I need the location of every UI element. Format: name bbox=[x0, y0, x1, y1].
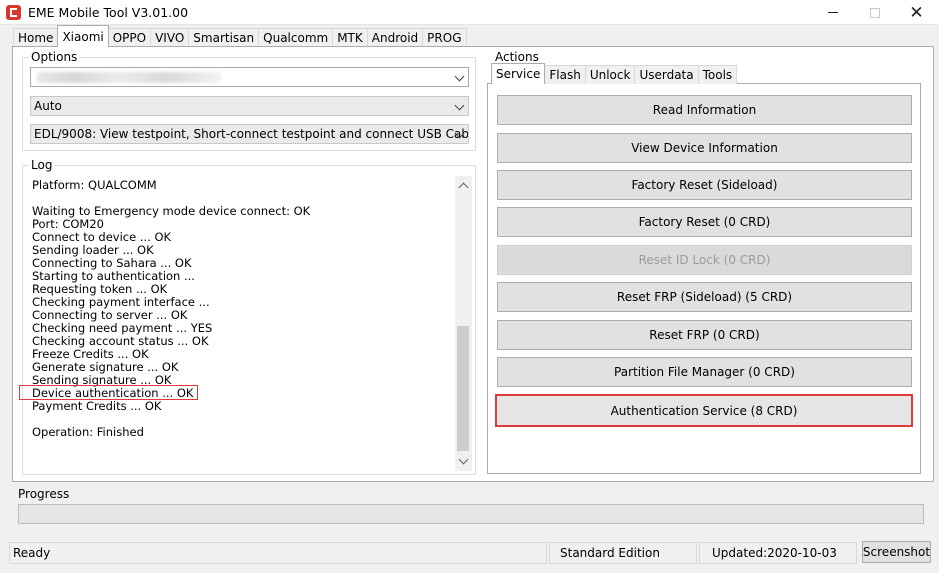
close-icon: ✕ bbox=[909, 2, 924, 23]
tab-userdata[interactable]: Userdata bbox=[634, 65, 699, 84]
mode-combo[interactable]: Auto bbox=[30, 96, 469, 116]
status-ready: Ready bbox=[9, 542, 547, 564]
read-information-button[interactable]: Read Information bbox=[497, 95, 912, 125]
tab-smartisan[interactable]: Smartisan bbox=[188, 28, 260, 47]
tab-oppo[interactable]: OPPO bbox=[107, 28, 152, 47]
mode-combo-value: Auto bbox=[34, 99, 62, 113]
authentication-service-button[interactable]: Authentication Service (8 CRD) bbox=[495, 394, 913, 427]
factory-reset-sideload-button[interactable]: Factory Reset (Sideload) bbox=[497, 170, 912, 200]
reset-frp-button[interactable]: Reset FRP (0 CRD) bbox=[497, 320, 912, 350]
factory-reset-button[interactable]: Factory Reset (0 CRD) bbox=[497, 207, 912, 237]
actions-legend: Actions bbox=[495, 50, 539, 64]
method-combo-value: EDL/9008: View testpoint, Short-connect … bbox=[34, 127, 469, 141]
log-content: Platform: QUALCOMM Waiting to Emergency … bbox=[23, 174, 455, 469]
log-highlight-box bbox=[19, 385, 198, 400]
minimize-icon bbox=[827, 12, 838, 13]
status-edition: Standard Edition bbox=[549, 542, 697, 564]
scroll-up-icon[interactable] bbox=[458, 182, 469, 193]
tab-tools[interactable]: Tools bbox=[697, 65, 738, 84]
device-combo[interactable] bbox=[30, 67, 469, 87]
progress-bar bbox=[18, 504, 924, 524]
progress-label: Progress bbox=[18, 487, 70, 501]
tab-qualcomm[interactable]: Qualcomm bbox=[258, 28, 334, 47]
close-button[interactable]: ✕ bbox=[894, 0, 939, 25]
log-scrollbar[interactable] bbox=[455, 176, 472, 471]
options-legend: Options bbox=[29, 50, 80, 64]
tab-unlock[interactable]: Unlock bbox=[584, 65, 636, 84]
reset-frp-sideload-button[interactable]: Reset FRP (Sideload) (5 CRD) bbox=[497, 282, 912, 312]
app-logo-icon bbox=[6, 5, 21, 20]
tab-prog[interactable]: PROG bbox=[422, 28, 467, 47]
chevron-down-icon bbox=[454, 71, 465, 82]
tab-mtk[interactable]: MTK bbox=[332, 28, 368, 47]
log-line: Payment Credits ... OK bbox=[32, 399, 162, 413]
reset-id-lock-button: Reset ID Lock (0 CRD) bbox=[497, 245, 912, 275]
view-device-information-button[interactable]: View Device Information bbox=[497, 133, 912, 163]
tab-service[interactable]: Service bbox=[491, 63, 546, 84]
scroll-thumb[interactable] bbox=[457, 326, 469, 451]
tab-xiaomi[interactable]: Xiaomi bbox=[57, 25, 109, 47]
minimize-button[interactable] bbox=[810, 0, 855, 25]
maximize-button[interactable] bbox=[852, 0, 897, 25]
log-line: Platform: QUALCOMM bbox=[32, 178, 157, 192]
status-updated: Updated:2020-10-03 bbox=[699, 542, 857, 564]
tab-vivo[interactable]: VIVO bbox=[150, 28, 190, 47]
chevron-down-icon bbox=[454, 100, 465, 111]
screenshot-button[interactable]: Screenshot bbox=[862, 541, 931, 563]
status-bar: Ready Standard Edition Updated:2020-10-0… bbox=[0, 538, 939, 573]
log-line: Operation: Finished bbox=[32, 425, 144, 439]
log-legend: Log bbox=[29, 158, 55, 172]
actions-tab-strip: Service Flash Unlock Userdata Tools bbox=[491, 63, 738, 84]
tab-home[interactable]: Home bbox=[13, 28, 59, 47]
redacted-device-name bbox=[37, 72, 221, 83]
tab-flash[interactable]: Flash bbox=[544, 65, 586, 84]
scroll-down-icon[interactable] bbox=[458, 454, 469, 465]
partition-file-manager-button[interactable]: Partition File Manager (0 CRD) bbox=[497, 357, 912, 387]
main-tab-strip: Home Xiaomi OPPO VIVO Smartisan Qualcomm… bbox=[13, 25, 467, 47]
tab-android[interactable]: Android bbox=[366, 28, 424, 47]
log-textbox[interactable]: Platform: QUALCOMM Waiting to Emergency … bbox=[23, 174, 455, 472]
title-bar: EME Mobile Tool V3.01.00 ✕ bbox=[0, 0, 939, 25]
maximize-icon bbox=[869, 7, 880, 18]
window-title: EME Mobile Tool V3.01.00 bbox=[28, 5, 189, 20]
method-combo[interactable]: EDL/9008: View testpoint, Short-connect … bbox=[30, 124, 469, 144]
